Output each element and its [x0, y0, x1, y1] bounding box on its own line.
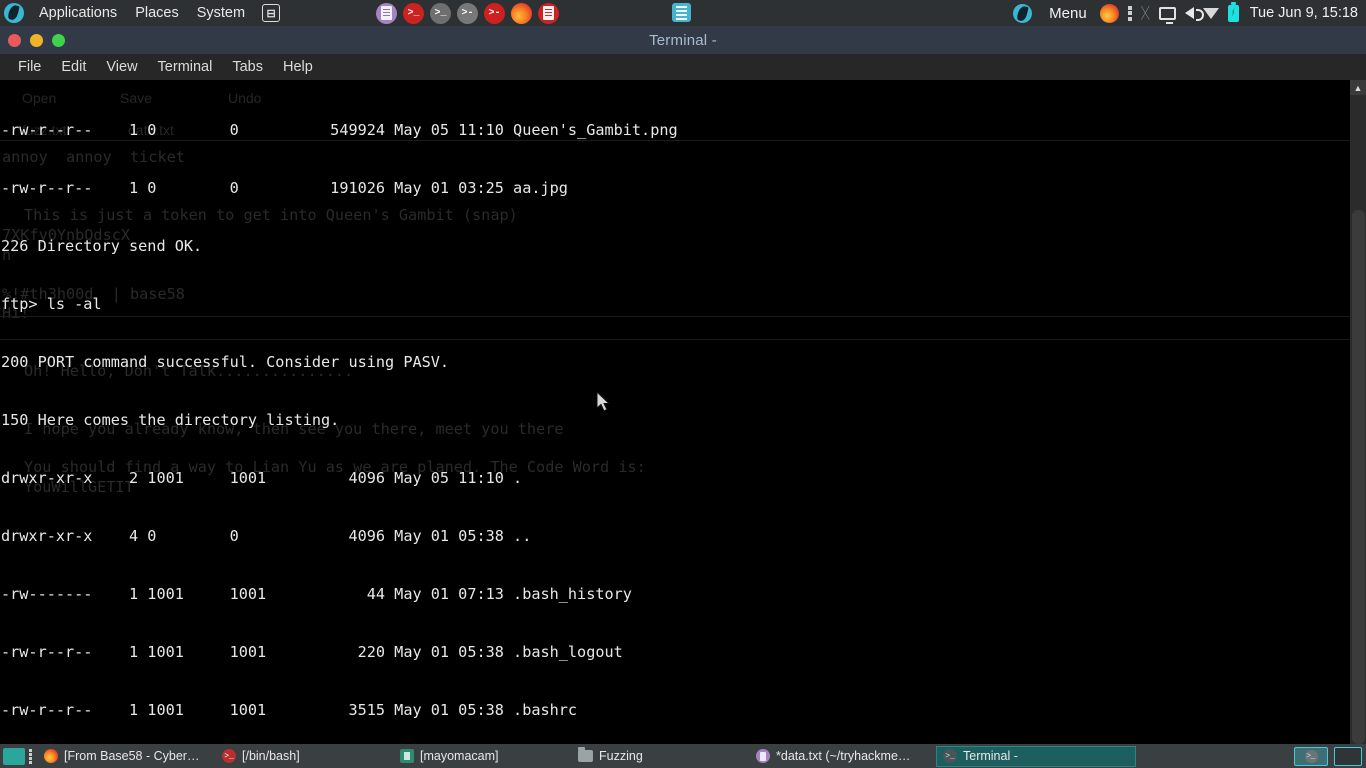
- menu-applications[interactable]: Applications: [30, 3, 126, 23]
- taskbar-item-firefox[interactable]: [From Base58 - Cyber…: [38, 746, 216, 767]
- text-editor-launcher-icon[interactable]: [376, 3, 397, 24]
- terminal-line: -rw-r--r-- 1 0 0 549924 May 05 11:10 Que…: [1, 121, 1350, 140]
- menu-terminal[interactable]: Terminal: [148, 57, 223, 77]
- launcher-bar: >_ >_ >- >-: [376, 3, 559, 24]
- top-panel-tray: Menu ᚷ Tue Jun 9, 15:18: [1013, 4, 1366, 23]
- clipboard-launcher-icon[interactable]: [538, 3, 559, 24]
- terminal-body[interactable]: Open Save Undo fuzz.txt data.txt annoy a…: [0, 80, 1366, 744]
- terminal-red-icon: >_: [222, 749, 236, 763]
- taskbar-item-label: [/bin/bash]: [242, 749, 300, 763]
- display-icon[interactable]: [1159, 7, 1176, 20]
- menu-edit[interactable]: Edit: [51, 57, 96, 77]
- terminal-icon: >_: [943, 749, 957, 763]
- menu-dragon-icon[interactable]: [1013, 4, 1032, 23]
- terminal-window: Terminal - File Edit View Terminal Tabs …: [0, 26, 1366, 744]
- taskbar-item-data-txt[interactable]: *data.txt (~/tryhackme…: [750, 746, 936, 767]
- terminal-root-red-launcher-icon[interactable]: >-: [484, 3, 505, 24]
- menu-view[interactable]: View: [96, 57, 147, 77]
- network-icon[interactable]: [1203, 8, 1219, 19]
- battery-icon[interactable]: [1228, 5, 1239, 22]
- scrollbar-thumb[interactable]: [1352, 210, 1365, 744]
- top-panel: Applications Places System ⊟ >_ >_ >- >-…: [0, 0, 1366, 26]
- terminal-line: drwxr-xr-x 4 0 0 4096 May 01 05:38 ..: [1, 527, 1350, 546]
- clock[interactable]: Tue Jun 9, 15:18: [1248, 5, 1358, 21]
- terminal-line: -rw------- 1 1001 1001 44 May 01 07:13 .…: [1, 585, 1350, 604]
- terminal-grey-launcher-icon[interactable]: >_: [430, 3, 451, 24]
- window-titlebar[interactable]: Terminal -: [0, 26, 1366, 54]
- terminal-scrollbar[interactable]: ▲: [1350, 80, 1366, 744]
- terminal-line: -rw-r--r-- 1 1001 1001 3515 May 01 05:38…: [1, 701, 1350, 720]
- bluetooth-icon[interactable]: ᚷ: [1141, 5, 1150, 22]
- terminal-line: -rw-r--r-- 1 1001 1001 220 May 01 05:38 …: [1, 643, 1350, 662]
- menu-system[interactable]: System: [188, 3, 254, 23]
- window-menubar: File Edit View Terminal Tabs Help: [0, 54, 1366, 80]
- taskbar-item-label: Fuzzing: [599, 749, 643, 763]
- firefox-icon: [44, 749, 58, 763]
- taskbar-item-label: Terminal -: [963, 749, 1018, 763]
- window-controls: [0, 34, 65, 47]
- taskbar-item-mayomacam[interactable]: [mayomacam]: [394, 746, 572, 767]
- menu-help[interactable]: Help: [273, 57, 323, 77]
- text-editor-icon: [756, 749, 770, 763]
- system-toggle-icon[interactable]: ⊟: [262, 4, 280, 22]
- folder-icon: [578, 750, 593, 762]
- taskbar-item-bash[interactable]: >_ [/bin/bash]: [216, 746, 394, 767]
- terminal-root-grey-launcher-icon[interactable]: >-: [457, 3, 478, 24]
- menu-file[interactable]: File: [8, 57, 51, 77]
- show-desktop-button[interactable]: [3, 748, 25, 765]
- maximize-button[interactable]: [52, 34, 65, 47]
- menu-label[interactable]: Menu: [1047, 5, 1091, 22]
- kali-dragon-logo-icon[interactable]: [4, 3, 24, 23]
- firefox-launcher-icon[interactable]: [511, 3, 532, 24]
- terminal-line: 200 PORT command successful. Consider us…: [1, 353, 1350, 372]
- taskbar-item-label: [From Base58 - Cyber…: [64, 749, 199, 763]
- dots-icon[interactable]: [1128, 6, 1132, 21]
- menu-places[interactable]: Places: [126, 3, 188, 23]
- terminal-line: ftp> ls -al: [1, 295, 1350, 314]
- menu-tabs[interactable]: Tabs: [222, 57, 273, 77]
- top-panel-left: Applications Places System ⊟: [0, 3, 280, 23]
- terminal-line: -rw-r--r-- 1 0 0 191026 May 01 03:25 aa.…: [1, 179, 1350, 198]
- minimize-button[interactable]: [30, 34, 43, 47]
- taskbar: [From Base58 - Cyber… >_ [/bin/bash] [ma…: [0, 744, 1366, 768]
- terminal-green-icon: [400, 749, 414, 763]
- taskbar-item-fuzzing[interactable]: Fuzzing: [572, 746, 750, 767]
- close-button[interactable]: [8, 34, 21, 47]
- terminal-line: 226 Directory send OK.: [1, 237, 1350, 256]
- terminal-line: drwxr-xr-x 2 1001 1001 4096 May 05 11:10…: [1, 469, 1350, 488]
- terminal-line: 150 Here comes the directory listing.: [1, 411, 1350, 430]
- taskbar-item-terminal[interactable]: >_ Terminal -: [936, 746, 1136, 767]
- workspace-1-button[interactable]: >_: [1294, 747, 1328, 766]
- scroll-up-arrow-icon[interactable]: ▲: [1350, 80, 1366, 95]
- taskbar-grip[interactable]: [29, 749, 33, 764]
- terminal-red-launcher-icon[interactable]: >_: [403, 3, 424, 24]
- firefox-tray-icon[interactable]: [1100, 4, 1119, 23]
- workspace-2-button[interactable]: [1334, 747, 1362, 766]
- volume-icon[interactable]: [1185, 7, 1194, 19]
- center-document-icon[interactable]: [672, 3, 691, 22]
- taskbar-item-label: *data.txt (~/tryhackme…: [776, 749, 910, 763]
- taskbar-tray: >_: [1294, 747, 1366, 766]
- terminal-output[interactable]: -rw-r--r-- 1 0 0 549924 May 05 11:10 Que…: [0, 80, 1350, 744]
- window-title: Terminal -: [0, 32, 1366, 49]
- taskbar-item-label: [mayomacam]: [420, 749, 499, 763]
